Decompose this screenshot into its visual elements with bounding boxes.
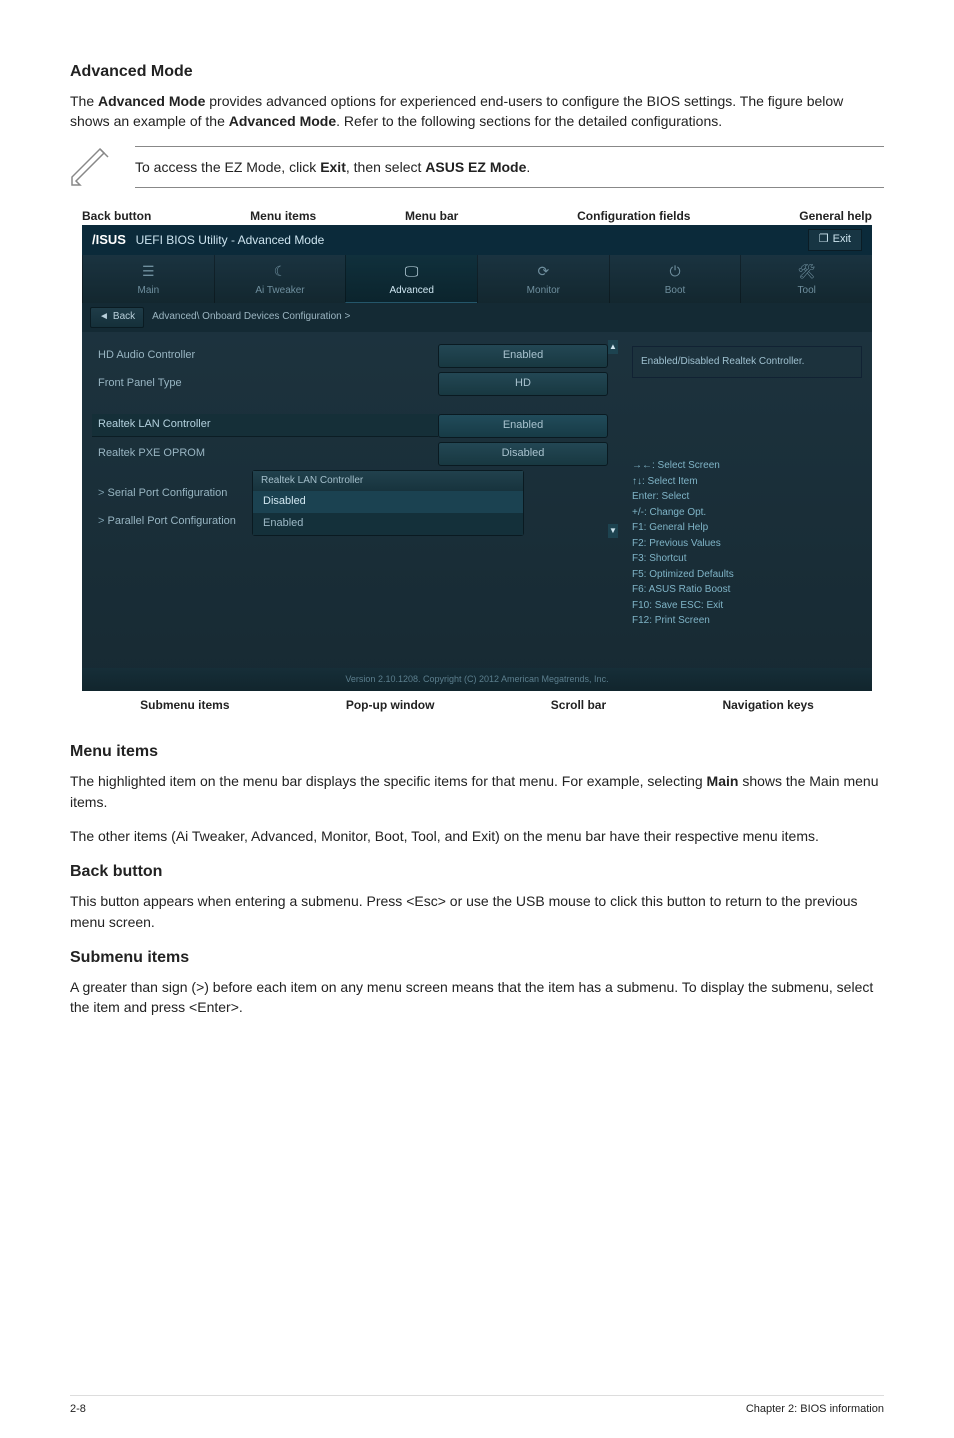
note-text: To access the EZ Mode, click Exit, then … — [135, 146, 884, 188]
row-hd-audio[interactable]: HD Audio Controller — [92, 348, 438, 364]
heading-submenu-items: Submenu items — [70, 946, 884, 969]
callout-menu-items: Menu items — [250, 208, 316, 225]
callout-general-help: General help — [799, 208, 872, 225]
tab-monitor[interactable]: ⟳Monitor — [477, 255, 609, 303]
val-realtek-lan[interactable]: Enabled — [438, 414, 608, 438]
val-hd-audio[interactable]: Enabled — [438, 344, 608, 368]
monitor-icon: ⟳ — [478, 261, 609, 281]
callout-scroll-bar: Scroll bar — [551, 697, 606, 714]
row-realtek-pxe[interactable]: Realtek PXE OPROM — [92, 446, 438, 462]
popup-opt-enabled[interactable]: Enabled — [253, 513, 523, 535]
scroll-bar[interactable]: ▲ ▼ — [608, 340, 618, 660]
pencil-note-icon — [70, 147, 110, 187]
val-front-panel[interactable]: HD — [438, 372, 608, 396]
bios-logo-title: /ISUS UEFI BIOS Utility - Advanced Mode — [92, 231, 324, 250]
tool-icon: 🛠 — [741, 261, 872, 281]
para-menu-items-2: The other items (Ai Tweaker, Advanced, M… — [70, 826, 884, 846]
scroll-down-icon[interactable]: ▼ — [608, 524, 618, 538]
callout-nav-keys: Navigation keys — [722, 697, 813, 714]
exit-icon: ❐ — [819, 232, 829, 248]
tab-main[interactable]: ☰Main — [82, 255, 214, 303]
boot-icon: ⏻ — [610, 261, 741, 281]
tab-ai-tweaker[interactable]: ☾Ai Tweaker — [214, 255, 346, 303]
tab-boot[interactable]: ⏻Boot — [609, 255, 741, 303]
nav-keys: →←: Select Screen ↑↓: Select Item Enter:… — [632, 458, 862, 629]
heading-back-button: Back button — [70, 860, 884, 883]
bios-screenshot: /ISUS UEFI BIOS Utility - Advanced Mode … — [82, 225, 872, 690]
scroll-up-icon[interactable]: ▲ — [608, 340, 618, 354]
row-front-panel[interactable]: Front Panel Type — [92, 376, 438, 392]
callout-submenu-items: Submenu items — [140, 697, 229, 714]
breadcrumb-path: Advanced\ Onboard Devices Configuration … — [152, 310, 350, 325]
callout-menu-bar: Menu bar — [405, 208, 458, 225]
popup-title: Realtek LAN Controller — [253, 471, 523, 492]
popup-realtek-lan: Realtek LAN Controller Disabled Enabled — [252, 470, 524, 536]
para-submenu-items: A greater than sign (>) before each item… — [70, 977, 884, 1018]
heading-menu-items: Menu items — [70, 740, 884, 763]
tab-tool[interactable]: 🛠Tool — [740, 255, 872, 303]
para-menu-items-1: The highlighted item on the menu bar dis… — [70, 771, 884, 812]
callout-config-fields: Configuration fields — [577, 208, 690, 225]
advanced-icon: 🖵 — [346, 261, 477, 281]
paragraph-advanced-mode: The Advanced Mode provides advanced opti… — [70, 91, 884, 132]
main-icon: ☰ — [83, 261, 214, 281]
tweaker-icon: ☾ — [215, 261, 346, 281]
row-realtek-lan[interactable]: Realtek LAN Controller — [92, 414, 438, 437]
page-number: 2-8 — [70, 1402, 86, 1418]
back-button[interactable]: ◄ Back — [90, 307, 144, 328]
back-arrow-icon: ◄ — [99, 310, 109, 325]
bios-footer: Version 2.10.1208. Copyright (C) 2012 Am… — [82, 668, 872, 691]
exit-button[interactable]: ❐ Exit — [808, 229, 862, 251]
tab-advanced[interactable]: 🖵Advanced — [345, 255, 477, 303]
callout-back-button: Back button — [82, 208, 151, 225]
callout-popup-window: Pop-up window — [346, 697, 435, 714]
help-panel: Enabled/Disabled Realtek Controller. — [632, 346, 862, 379]
val-realtek-pxe[interactable]: Disabled — [438, 442, 608, 466]
para-back-button: This button appears when entering a subm… — [70, 891, 884, 932]
popup-opt-disabled[interactable]: Disabled — [253, 491, 523, 513]
chapter-label: Chapter 2: BIOS information — [746, 1402, 884, 1418]
bios-tabs: ☰Main ☾Ai Tweaker 🖵Advanced ⟳Monitor ⏻Bo… — [82, 255, 872, 303]
heading-advanced-mode: Advanced Mode — [70, 60, 884, 83]
